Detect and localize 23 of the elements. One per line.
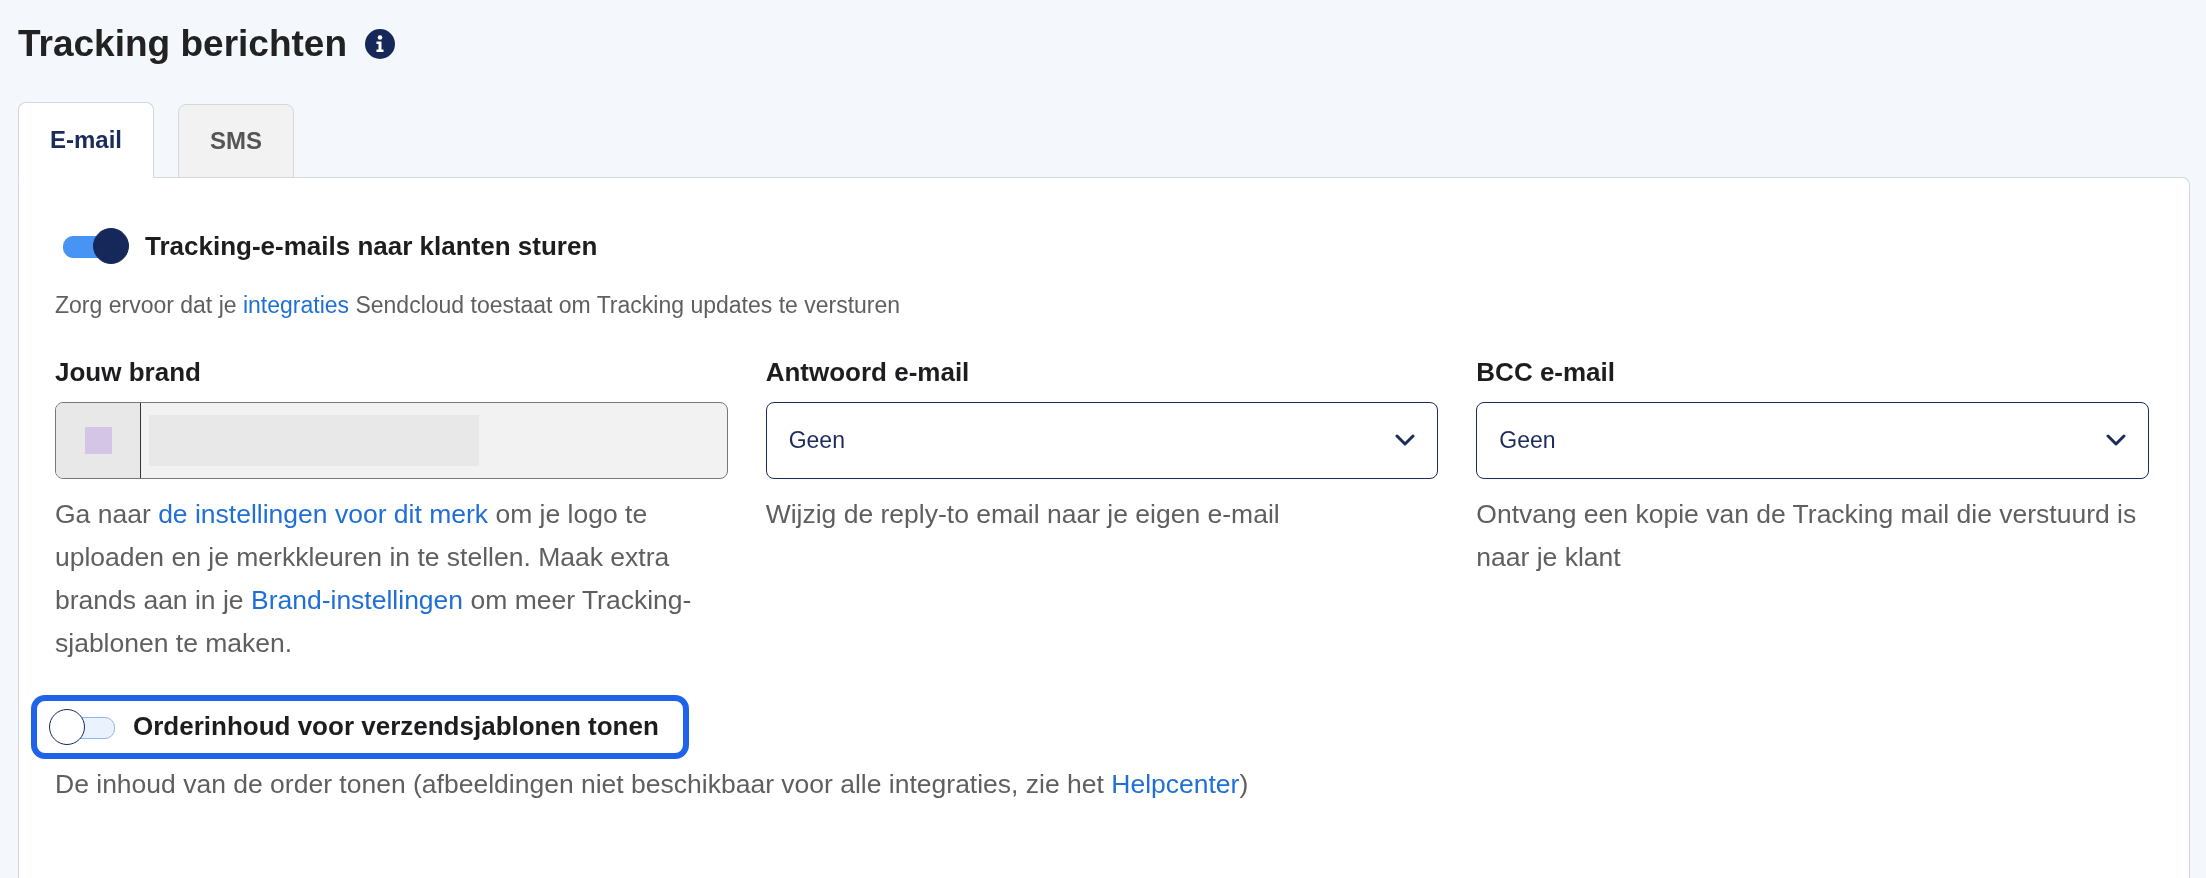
description-text: Zorg ervoor dat je integraties Sendcloud toestaat om Tracking updates te versturen bbox=[55, 291, 902, 320]
text-link[interactable]: integraties bbox=[242, 292, 350, 318]
tab[interactable]: E-mail bbox=[18, 102, 154, 178]
field-label: Antwoord e-mail bbox=[765, 356, 971, 388]
field-label: Jouw brand bbox=[55, 356, 202, 388]
description-text: De inhoud van de order tonen (afbeeldingen niet beschikbaar voor alle integraties, zie het Helpcenter) bbox=[55, 767, 1250, 801]
toggle-label: Orderinhoud voor verzendsjablonen tonen bbox=[133, 711, 659, 742]
help-text: Ga naar de instellingen voor dit merk om je logo te uploaden en je merkkleuren in te stellen. Maak extra brands aan in je Brand-instellingen om meer Tracking-sjablonen te maken. bbox=[55, 497, 693, 660]
text-link[interactable]: Helpcenter bbox=[1111, 768, 1240, 799]
color-swatch bbox=[84, 426, 112, 454]
dropdown-select[interactable]: Geen bbox=[1476, 401, 2149, 479]
field-label: BCC e-mail bbox=[1476, 356, 1617, 388]
toggle-switch[interactable] bbox=[61, 228, 129, 264]
toggle-switch[interactable] bbox=[49, 708, 117, 745]
tab[interactable]: SMS bbox=[178, 104, 294, 178]
info-icon[interactable] bbox=[365, 29, 395, 59]
help-text: Wijzig de reply-to email naar je eigen e-mail bbox=[765, 497, 1281, 531]
page-title: Tracking berichten bbox=[18, 23, 347, 65]
help-text: Ontvang een kopie van de Tracking mail die verstuurd is naar je klant bbox=[1476, 497, 2138, 574]
chevron-down-icon bbox=[1395, 434, 1416, 446]
toggle-label: Tracking-e-mails naar klanten sturen bbox=[145, 230, 598, 262]
chevron-down-icon bbox=[2106, 434, 2126, 446]
dropdown-select[interactable]: Geen bbox=[765, 401, 1439, 479]
